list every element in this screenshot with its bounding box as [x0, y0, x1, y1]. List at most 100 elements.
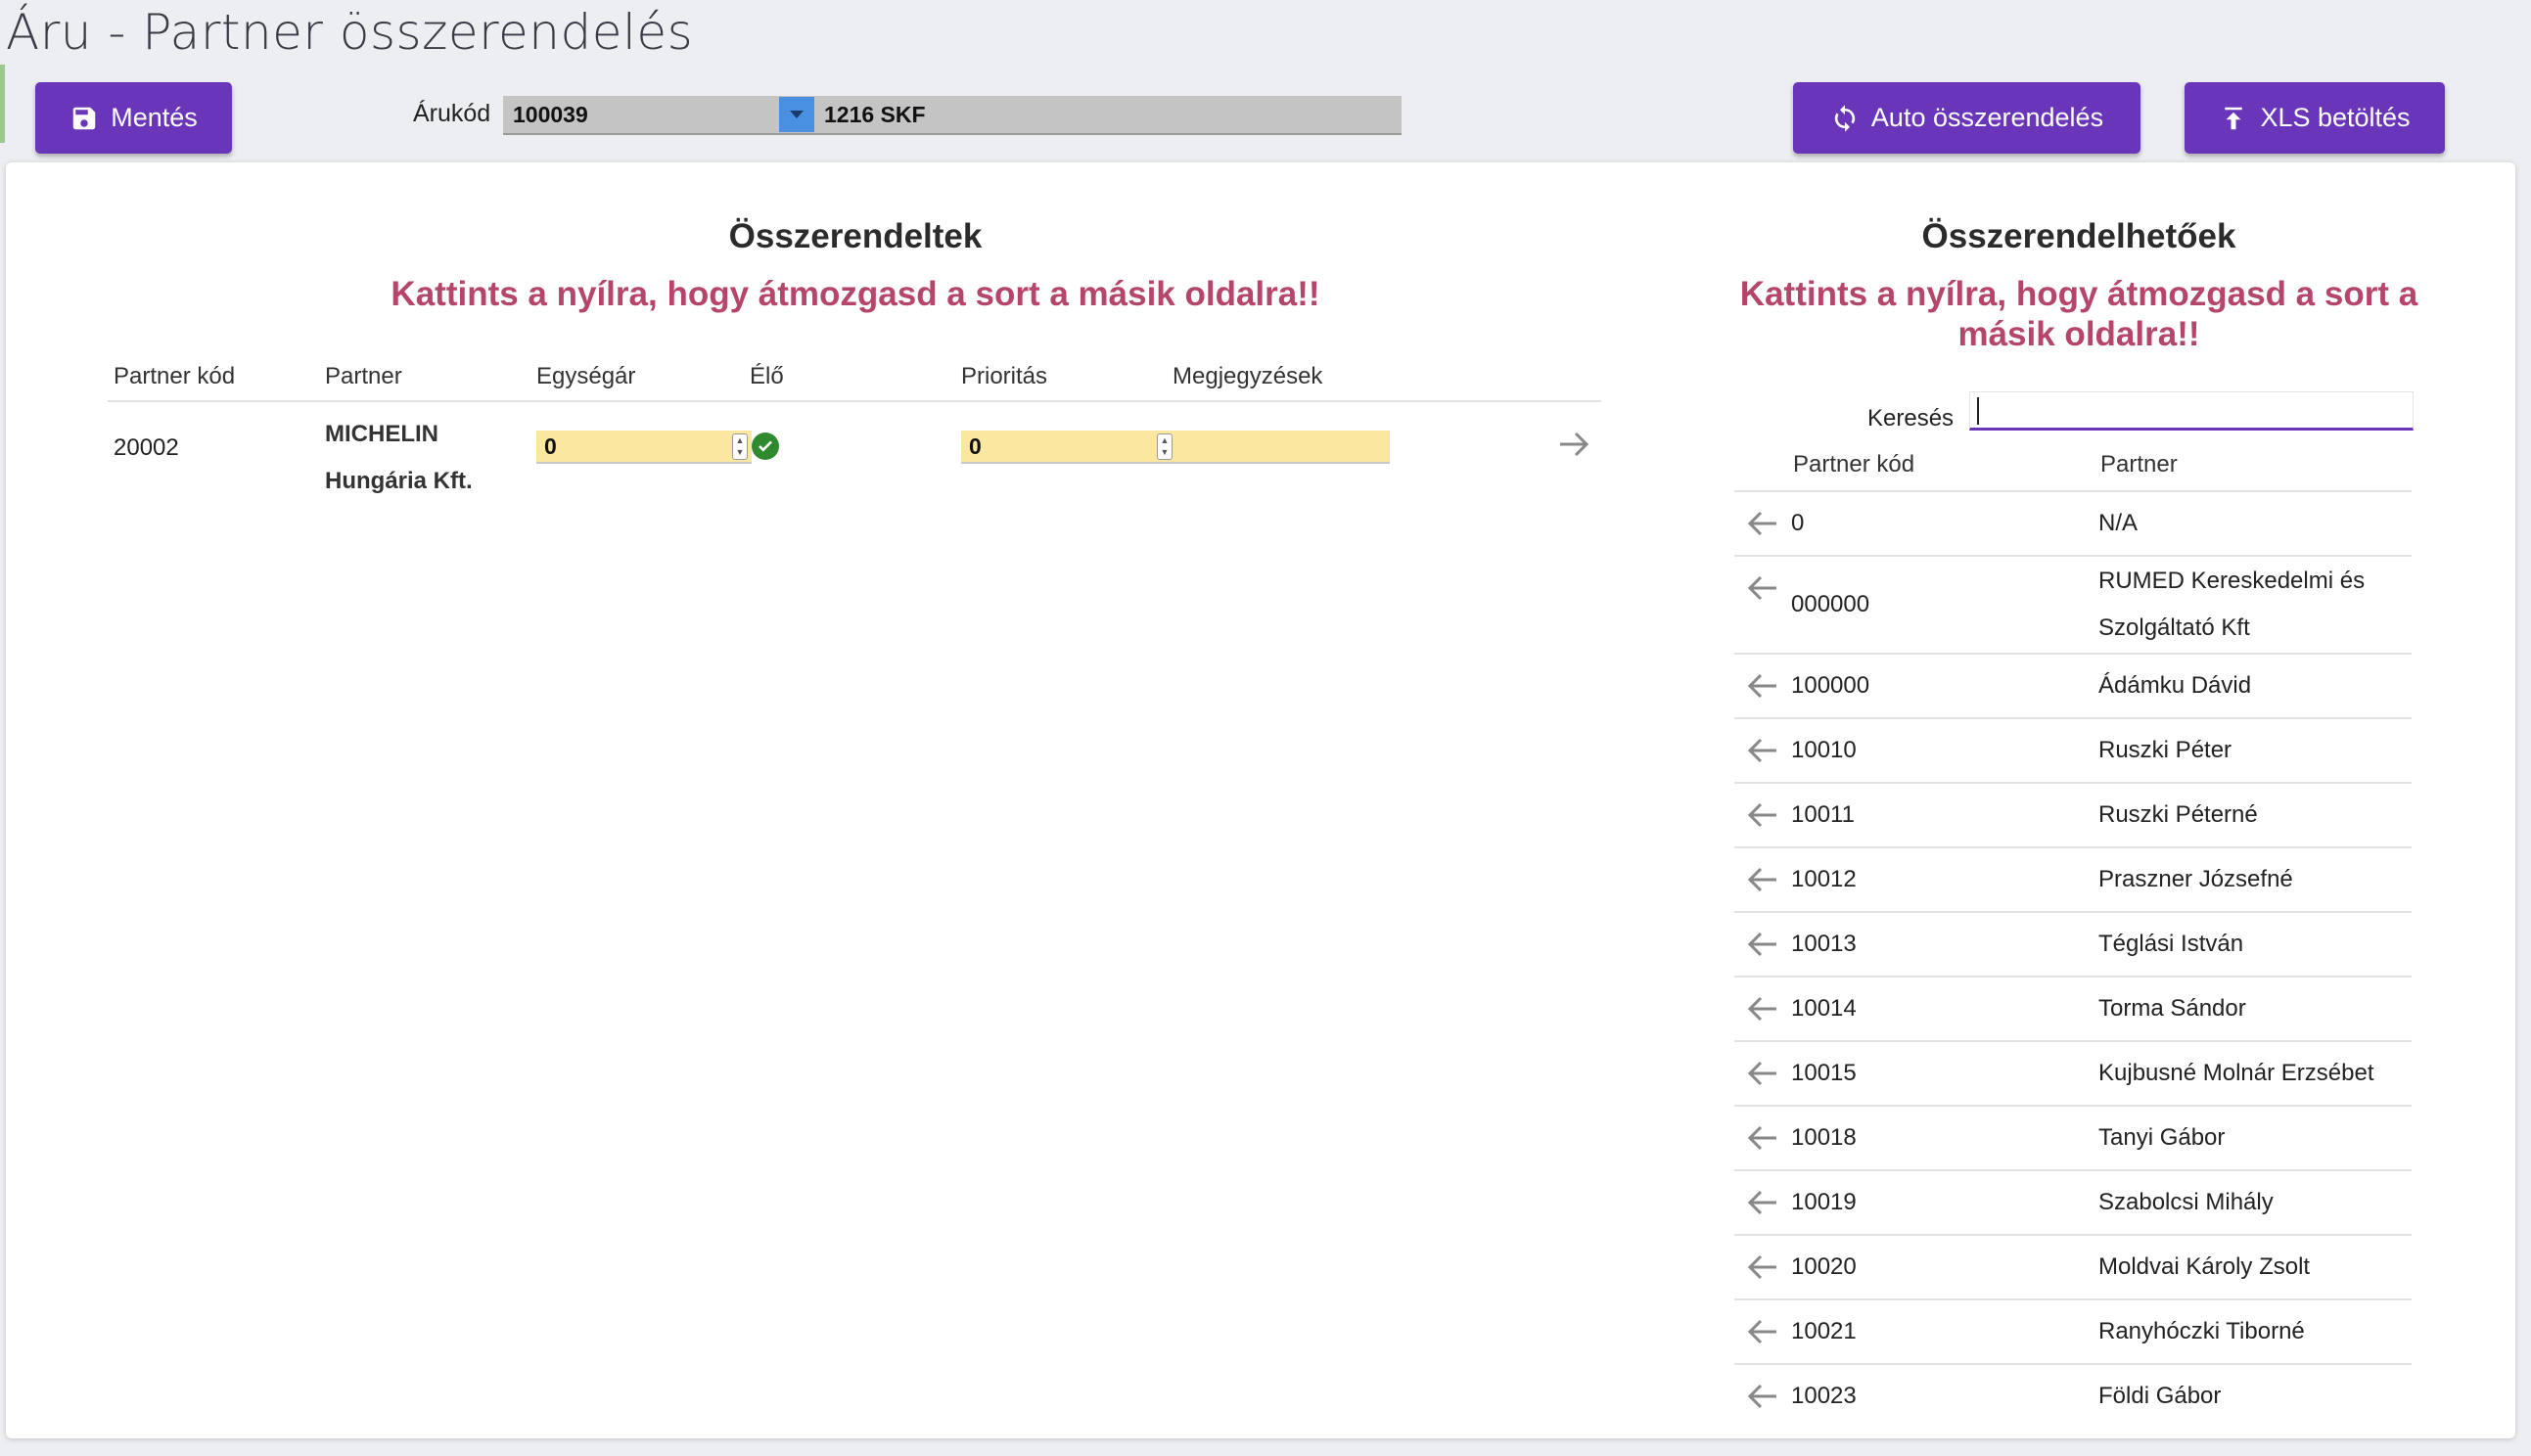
table-row: 10012 Praszner Józsefné	[1734, 846, 2412, 911]
save-button-label: Mentés	[111, 103, 198, 132]
upload-icon	[2225, 107, 2243, 129]
status-strip	[0, 65, 5, 143]
assigned-row-partner-line2: Hungária Kft.	[325, 468, 473, 494]
partner-code-cell: 10021	[1791, 1318, 1857, 1344]
partner-name-cell: Ranyhóczki Tiborné	[2098, 1318, 2305, 1344]
partner-name-cell: Tanyi Gábor	[2098, 1124, 2226, 1151]
table-row: 10011 Ruszki Péterné	[1734, 782, 2412, 846]
table-row: 10020 Moldvai Károly Zsolt	[1734, 1234, 2412, 1298]
partner-name-cell: Praszner Józsefné	[2098, 866, 2293, 892]
partner-name-cell: Ádámku Dávid	[2098, 672, 2252, 699]
available-panel-hint: Kattints a nyílra, hogy átmozgasd a sort…	[1739, 275, 2418, 353]
assigned-row-partner-line1: MICHELIN	[325, 421, 438, 447]
assigned-panel-title: Összerendeltek	[728, 217, 983, 255]
available-panel-title: Összerendelhetőek	[1921, 217, 2236, 255]
partner-name-cell: Torma Sándor	[2098, 995, 2246, 1022]
search-label: Keresés	[1867, 405, 1955, 432]
partner-name-cell: Ruszki Péterné	[2098, 801, 2258, 828]
table-row: 000000 RUMED Kereskedelmi és Szolgáltató …	[1734, 555, 2412, 653]
arrow-left-icon[interactable]	[1734, 731, 1791, 770]
priority-input[interactable]: 0 ▲ ▼	[961, 431, 1176, 464]
table-row: 100000 Ádámku Dávid	[1734, 653, 2412, 717]
search-input[interactable]	[1969, 391, 2414, 431]
arrow-left-icon[interactable]	[1734, 666, 1791, 705]
col-header-partner: Partner	[325, 363, 402, 389]
partner-name-cell: Moldvai Károly Zsolt	[2098, 1253, 2311, 1280]
available-col-header-partner: Partner	[2100, 451, 2178, 478]
text-caret	[1977, 397, 1979, 425]
table-row: 10021 Ranyhóczki Tiborné	[1734, 1298, 2412, 1363]
arrow-left-icon[interactable]	[1734, 1377, 1791, 1416]
assigned-panel-hint: Kattints a nyílra, hogy átmozgasd a sort…	[391, 275, 1320, 313]
xls-upload-button[interactable]: XLS betöltés	[2185, 82, 2445, 154]
partner-code-cell: 10019	[1791, 1189, 1857, 1215]
partner-code-cell: 0	[1791, 510, 1805, 536]
partner-code-cell: 10010	[1791, 737, 1857, 763]
col-header-unit-price: Egységár	[536, 363, 636, 389]
arrow-left-icon[interactable]	[1734, 1054, 1791, 1093]
header-divider	[108, 400, 1601, 402]
partner-name-cell: Földi Gábor	[2098, 1383, 2222, 1409]
notes-input[interactable]	[1176, 431, 1390, 464]
assigned-row-partner: MICHELIN Hungária Kft.	[325, 411, 473, 505]
col-header-notes: Megjegyzések	[1173, 363, 1323, 389]
table-row: 10015 Kujbusné Molnár Erzsébet	[1734, 1040, 2412, 1105]
partner-code-cell: 000000	[1791, 591, 1870, 617]
table-row: 10014 Torma Sándor	[1734, 976, 2412, 1040]
arrow-left-icon[interactable]	[1734, 1248, 1791, 1287]
page-title: Áru - Partner összerendelés	[6, 4, 694, 61]
main-card: Összerendeltek Kattints a nyílra, hogy á…	[6, 162, 2515, 1438]
arrow-left-icon[interactable]	[1734, 925, 1791, 964]
assigned-row-code: 20002	[114, 434, 179, 461]
partner-name-cell: Ruszki Péter	[2098, 737, 2232, 763]
partner-code-cell: 10013	[1791, 931, 1857, 957]
arrow-left-icon[interactable]	[1734, 1312, 1791, 1351]
xls-upload-button-label: XLS betöltés	[2260, 103, 2411, 132]
partner-code-cell: 10018	[1791, 1124, 1857, 1151]
table-row: 10018 Tanyi Gábor	[1734, 1105, 2412, 1169]
floppy-disk-icon	[72, 107, 96, 129]
table-row: 0 N/A	[1734, 490, 2412, 555]
unit-price-stepper[interactable]: ▲ ▼	[732, 433, 748, 460]
partner-code-cell: 10011	[1791, 801, 1855, 828]
partner-name-cell: RUMED Kereskedelmi és Szolgáltató Kft	[2098, 568, 2366, 641]
arukod-name: 1216 SKF	[824, 101, 926, 127]
arrow-left-icon[interactable]	[1734, 1183, 1791, 1222]
live-check-icon[interactable]	[752, 432, 779, 460]
dropdown-button[interactable]	[779, 97, 814, 132]
col-header-live: Élő	[750, 363, 784, 389]
arrow-left-icon[interactable]	[1734, 569, 1791, 608]
partner-name-cell: N/A	[2098, 510, 2139, 536]
partner-name-cell: Kujbusné Molnár Erzsébet	[2098, 1060, 2374, 1086]
save-button[interactable]: Mentés	[35, 82, 232, 154]
auto-match-button[interactable]: Auto összerendelés	[1793, 82, 2140, 154]
arrow-right-icon[interactable]	[1554, 425, 1593, 464]
priority-value: 0	[969, 432, 982, 459]
partner-name-cell: Szabolcsi Mihály	[2098, 1189, 2274, 1215]
table-row: 10013 Téglási István	[1734, 911, 2412, 976]
partner-code-cell: 10020	[1791, 1253, 1857, 1280]
arukod-select[interactable]: 100039 1216 SKF	[503, 96, 1402, 135]
arrow-left-icon[interactable]	[1734, 796, 1791, 835]
col-header-priority: Prioritás	[961, 363, 1048, 389]
partner-code-cell: 10023	[1791, 1383, 1857, 1409]
col-header-partner-code: Partner kód	[114, 363, 236, 389]
table-row: 10019 Szabolcsi Mihály	[1734, 1169, 2412, 1234]
unit-price-input[interactable]: 0 ▲ ▼	[536, 431, 752, 464]
partner-code-cell: 100000	[1791, 672, 1870, 699]
arrow-left-icon[interactable]	[1734, 989, 1791, 1028]
arrow-left-icon[interactable]	[1734, 860, 1791, 899]
chevron-down-icon	[790, 111, 804, 118]
arrow-left-icon[interactable]	[1734, 1118, 1791, 1158]
available-partner-list: 0 N/A 000000 RUMED Kereskedelmi és Szolgált…	[1734, 490, 2412, 1428]
arukod-label: Árukód	[413, 100, 491, 127]
table-row: 10010 Ruszki Péter	[1734, 717, 2412, 782]
partner-code-cell: 10015	[1791, 1060, 1857, 1086]
partner-code-cell: 10014	[1791, 995, 1857, 1022]
arrow-left-icon[interactable]	[1734, 504, 1791, 543]
priority-stepper[interactable]: ▲ ▼	[1157, 433, 1173, 460]
refresh-icon	[1834, 104, 1856, 132]
unit-price-value: 0	[544, 432, 557, 459]
auto-match-button-label: Auto összerendelés	[1870, 103, 2104, 132]
available-col-header-code: Partner kód	[1793, 451, 1915, 478]
